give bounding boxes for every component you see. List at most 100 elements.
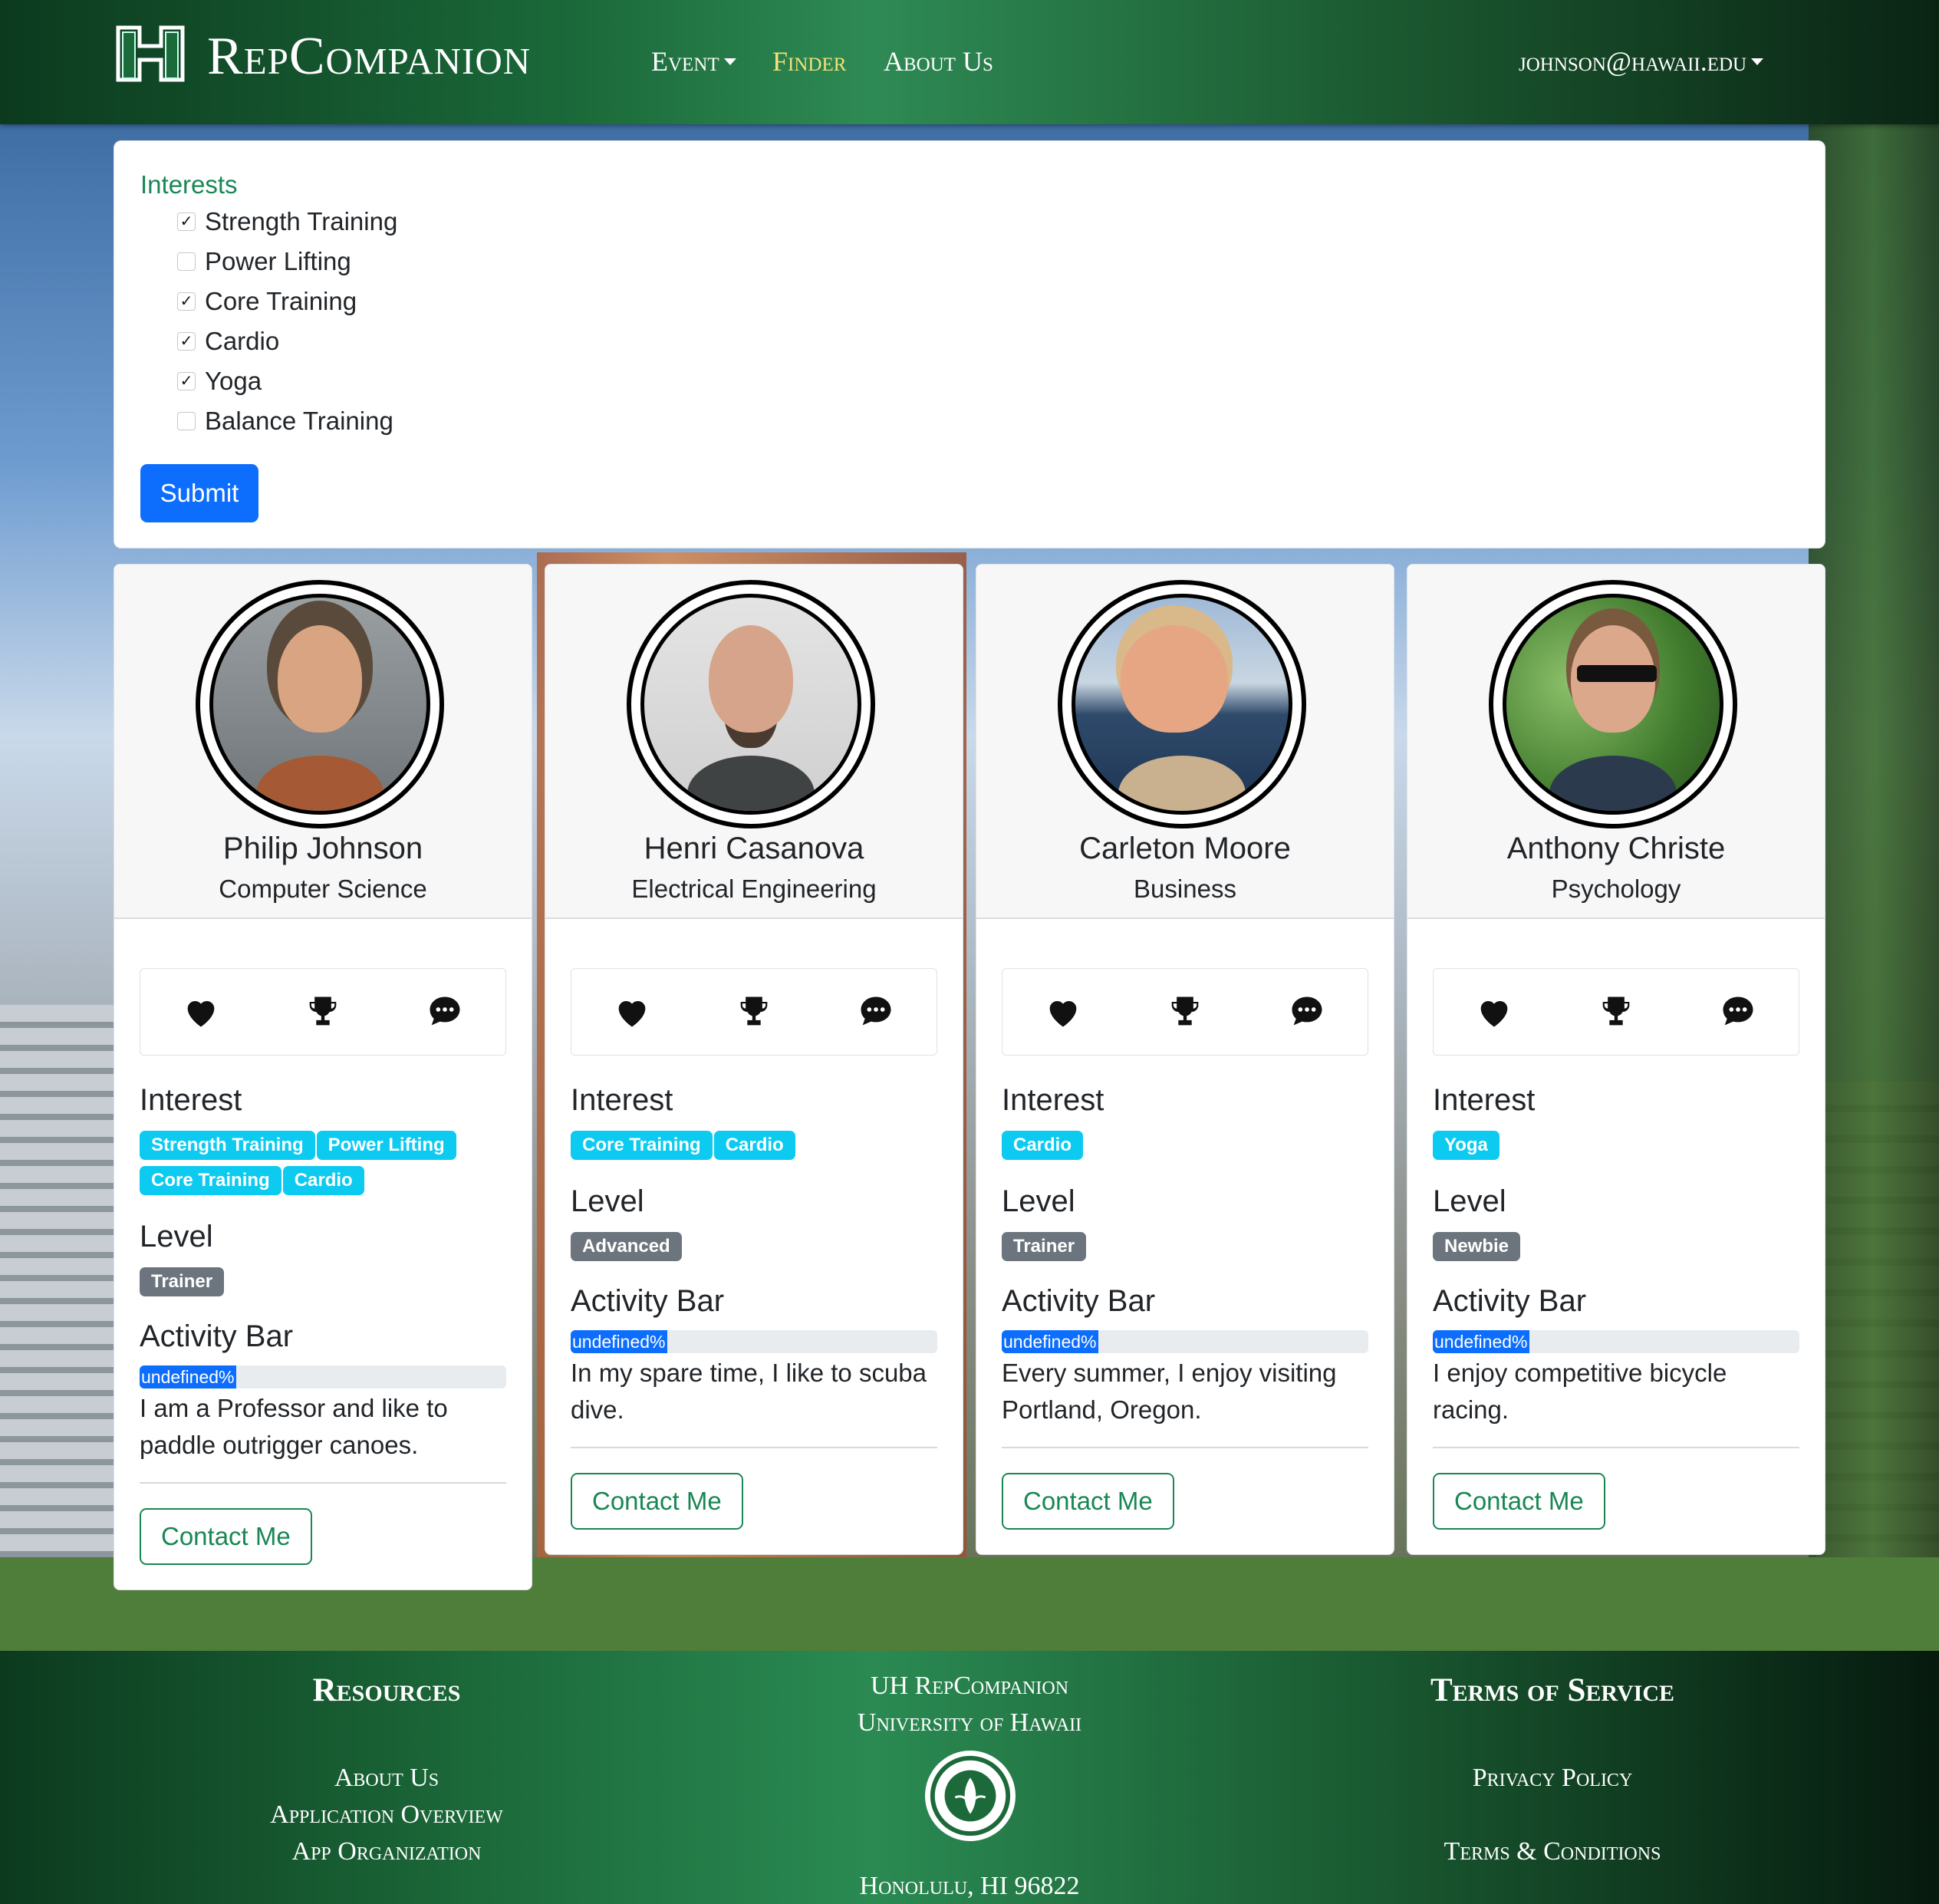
divider <box>140 1482 506 1484</box>
trophy-icon[interactable] <box>734 992 774 1032</box>
nav-event-dropdown[interactable]: Event <box>651 44 736 78</box>
checkbox-unchecked-icon[interactable] <box>177 412 196 430</box>
contact-me-button[interactable]: Contact Me <box>571 1473 743 1530</box>
chat-bubble-icon[interactable] <box>425 992 465 1032</box>
profile-card-header: Anthony Christe Psychology <box>1407 565 1825 919</box>
avatar <box>196 580 444 828</box>
avatar-shoulders <box>1118 755 1246 811</box>
interest-badge: Yoga <box>1433 1131 1500 1160</box>
heart-icon[interactable] <box>1474 992 1514 1032</box>
reaction-bar <box>1433 968 1799 1056</box>
profile-name: Henri Casanova <box>644 832 864 865</box>
profile-card-header: Carleton Moore Business <box>976 565 1394 919</box>
navbar: RepCompanion Event Finder About Us johns… <box>0 0 1939 124</box>
activity-progress-fill: undefined% <box>140 1365 236 1388</box>
profile-department: Business <box>1134 875 1236 903</box>
chat-bubble-icon[interactable] <box>1718 992 1758 1032</box>
reaction-bar <box>140 968 506 1056</box>
heart-icon[interactable] <box>612 992 652 1032</box>
level-heading: Level <box>571 1184 644 1218</box>
contact-me-button[interactable]: Contact Me <box>1433 1473 1605 1530</box>
profile-card-body: Interest Cardio Level Trainer Activity B… <box>976 968 1394 1554</box>
profile-card-header: Henri Casanova Electrical Engineering <box>545 565 963 919</box>
activity-progress-bar: undefined% <box>1433 1330 1799 1353</box>
interests-filter-panel: Interests ✓ Strength Training Power Lift… <box>114 140 1825 548</box>
footer-link-app-organization[interactable]: App Organization <box>118 1837 655 1866</box>
level-badges: Advanced <box>571 1232 908 1267</box>
footer-link-about[interactable]: About Us <box>118 1764 655 1793</box>
avatar-face <box>278 624 362 733</box>
background-tree <box>1809 123 1939 1580</box>
footer-link-app-overview[interactable]: Application Overview <box>118 1800 655 1830</box>
divider <box>571 1447 937 1448</box>
avatar <box>627 580 875 828</box>
user-menu-dropdown[interactable]: johnson@hawaii.edu <box>1519 44 1764 78</box>
interest-badge: Core Training <box>140 1166 281 1195</box>
checkbox-power-lifting[interactable]: Power Lifting <box>177 246 351 277</box>
profile-name: Philip Johnson <box>222 832 423 865</box>
activity-progress-fill: undefined% <box>1002 1330 1098 1353</box>
activity-progress-bar: undefined% <box>571 1330 937 1353</box>
nav-event-label: Event <box>651 46 719 77</box>
checkbox-label: Strength Training <box>205 207 398 236</box>
profile-card: Henri Casanova Electrical Engineering In… <box>545 564 963 1555</box>
checkbox-checked-icon[interactable]: ✓ <box>177 212 196 231</box>
level-badge: Trainer <box>140 1267 225 1296</box>
profile-card: Carleton Moore Business Interest Cardio … <box>976 564 1394 1555</box>
checkbox-strength-training[interactable]: ✓ Strength Training <box>177 206 397 237</box>
trophy-icon[interactable] <box>303 992 343 1032</box>
avatar-photo <box>640 594 861 815</box>
profile-department: Electrical Engineering <box>631 875 877 903</box>
checkbox-core-training[interactable]: ✓ Core Training <box>177 286 357 317</box>
checkbox-unchecked-icon[interactable] <box>177 252 196 271</box>
activity-progress-bar: undefined% <box>1002 1330 1368 1353</box>
footer-resources-title: Resources <box>312 1672 461 1708</box>
divider <box>1002 1447 1368 1448</box>
level-heading: Level <box>1433 1184 1506 1218</box>
h-logo-icon[interactable] <box>112 23 189 84</box>
interest-badge: Cardio <box>1002 1131 1084 1160</box>
checkbox-label: Cardio <box>205 327 280 355</box>
interest-heading: Interest <box>1433 1083 1536 1117</box>
chat-bubble-icon[interactable] <box>856 992 896 1032</box>
level-badges: Newbie <box>1433 1232 1770 1267</box>
activity-heading: Activity Bar <box>1002 1284 1156 1318</box>
heart-icon[interactable] <box>1043 992 1083 1032</box>
caret-down-icon <box>723 58 736 66</box>
footer-link-terms[interactable]: Terms & Conditions <box>1284 1837 1821 1866</box>
nav-about[interactable]: About Us <box>884 44 993 78</box>
profile-card-body: Interest Core Training Cardio Level Adva… <box>545 968 963 1554</box>
interest-badge: Strength Training <box>140 1131 315 1160</box>
contact-me-button[interactable]: Contact Me <box>1002 1473 1174 1530</box>
avatar-photo <box>209 594 430 815</box>
submit-button[interactable]: Submit <box>140 464 258 522</box>
profile-card: Philip Johnson Computer Science Interest… <box>114 564 532 1590</box>
checkbox-cardio[interactable]: ✓ Cardio <box>177 326 279 357</box>
footer-tos-title: Terms of Service <box>1430 1672 1675 1708</box>
footer-center-line2: University of Hawaii <box>857 1708 1082 1737</box>
checkbox-checked-icon[interactable]: ✓ <box>177 372 196 390</box>
activity-heading: Activity Bar <box>140 1319 294 1353</box>
checkbox-checked-icon[interactable]: ✓ <box>177 332 196 351</box>
activity-progress-fill: undefined% <box>1433 1330 1529 1353</box>
activity-heading: Activity Bar <box>571 1284 725 1318</box>
avatar-face <box>1121 624 1228 733</box>
profile-bio: Every summer, I enjoy visiting Portland,… <box>1002 1359 1337 1424</box>
checkbox-yoga[interactable]: ✓ Yoga <box>177 366 262 397</box>
profile-department: Psychology <box>1551 875 1681 903</box>
checkbox-balance-training[interactable]: Balance Training <box>177 406 393 436</box>
activity-progress-bar: undefined% <box>140 1365 506 1388</box>
trophy-icon[interactable] <box>1165 992 1205 1032</box>
profile-name: Anthony Christe <box>1506 832 1726 865</box>
checkbox-label: Power Lifting <box>205 247 351 275</box>
activity-progress-fill: undefined% <box>571 1330 667 1353</box>
nav-finder[interactable]: Finder <box>772 44 846 78</box>
checkbox-checked-icon[interactable]: ✓ <box>177 292 196 311</box>
brand-title[interactable]: RepCompanion <box>207 26 531 87</box>
chat-bubble-icon[interactable] <box>1287 992 1327 1032</box>
contact-me-button[interactable]: Contact Me <box>140 1508 312 1565</box>
profile-card-header: Philip Johnson Computer Science <box>114 565 532 919</box>
footer-link-privacy[interactable]: Privacy Policy <box>1284 1764 1821 1793</box>
trophy-icon[interactable] <box>1596 992 1636 1032</box>
heart-icon[interactable] <box>181 992 221 1032</box>
